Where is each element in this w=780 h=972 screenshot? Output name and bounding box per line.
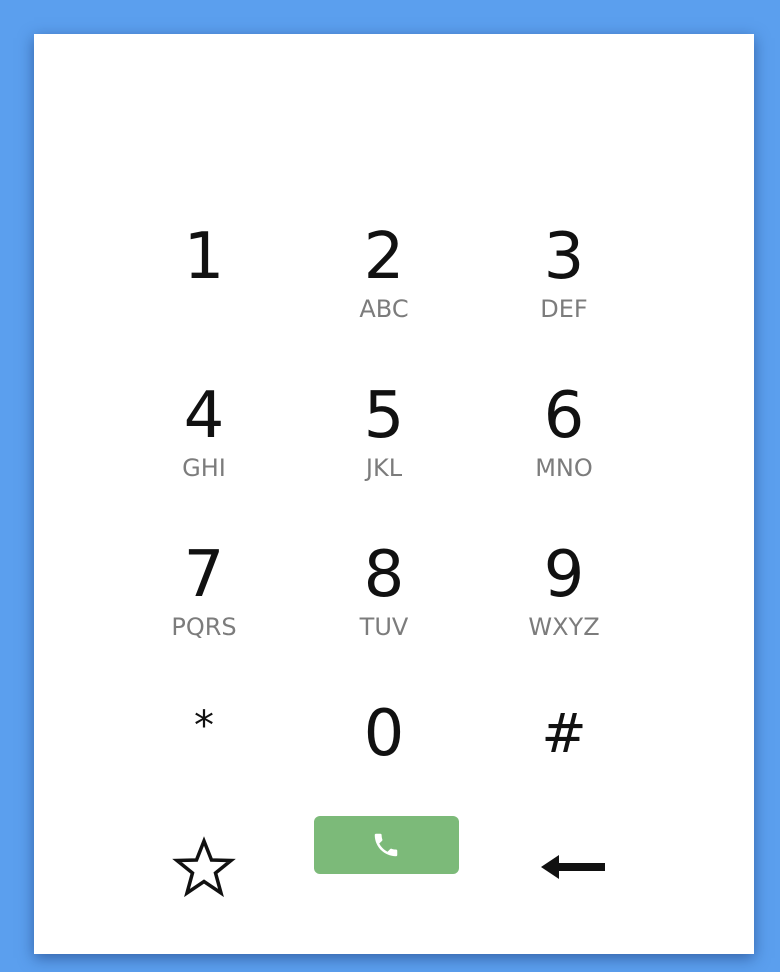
key-letters: GHI [182,454,226,482]
key-digit: 6 [543,379,585,453]
key-9[interactable]: 9 WXYZ [504,540,624,670]
key-letters: JKL [365,454,403,482]
key-digit: 0 [363,697,405,771]
key-1[interactable]: 1 [144,222,264,352]
key-letters: MNO [535,454,593,482]
favorites-button[interactable] [172,836,236,900]
key-digit: 3 [543,220,585,294]
key-digit: 9 [543,538,585,612]
key-2[interactable]: 2 ABC [324,222,444,352]
key-6[interactable]: 6 MNO [504,381,624,511]
key-letters: ABC [359,295,409,323]
key-letters: TUV [359,613,409,641]
dialer-card: 1 2 ABC 3 DEF 4 GHI 5 JKL 6 MNO 7 PQRS 8… [34,34,754,954]
key-letters: PQRS [171,613,237,641]
key-7[interactable]: 7 PQRS [144,540,264,670]
key-8[interactable]: 8 TUV [324,540,444,670]
key-digit: 7 [183,538,225,612]
key-digit: 5 [363,379,405,453]
key-digit: # [541,702,587,765]
key-letters: DEF [540,295,588,323]
backspace-button[interactable] [539,850,607,884]
key-0[interactable]: 0 [324,699,444,829]
key-digit: 4 [183,379,225,453]
key-4[interactable]: 4 GHI [144,381,264,511]
key-letters [144,294,264,324]
key-digit: 8 [363,538,405,612]
key-digit: 2 [363,220,405,294]
key-digit: 1 [183,220,225,294]
arrow-left-icon [541,855,605,879]
key-star[interactable]: * [144,699,264,829]
key-hash[interactable]: # [504,699,624,829]
phone-icon [374,833,398,857]
star-outline-icon [172,836,236,898]
key-digit: * [194,703,214,749]
key-5[interactable]: 5 JKL [324,381,444,511]
key-letters: WXYZ [528,613,600,641]
key-3[interactable]: 3 DEF [504,222,624,352]
call-button[interactable] [314,816,459,874]
